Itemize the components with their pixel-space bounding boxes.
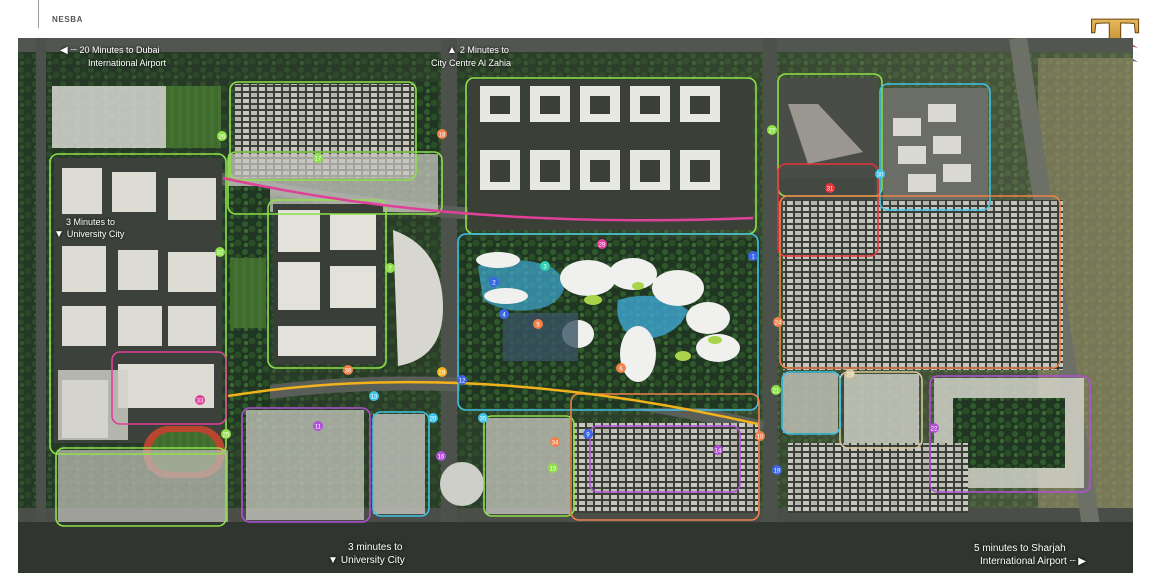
map-marker[interactable]: 15 <box>548 463 558 473</box>
marker-label: 24 <box>775 320 782 326</box>
marker-label: 32 <box>217 250 224 256</box>
map-marker[interactable]: 11 <box>313 421 323 431</box>
marker-label: 29 <box>599 242 606 248</box>
marker-label: 13 <box>371 394 378 400</box>
marker-label: 10 <box>757 434 764 440</box>
map-marker[interactable]: 24 <box>773 317 783 327</box>
map-marker[interactable]: 35 <box>478 413 488 423</box>
brand-name: NESBA <box>52 15 84 24</box>
arrow-down-icon: ▼ <box>328 555 338 566</box>
arrow-left-icon: ◀ ┈ <box>60 45 77 56</box>
map-marker[interactable]: 6 <box>616 363 626 373</box>
marker-label: 16 <box>438 454 445 460</box>
callout-sharjah-airport: 5 minutes to Sharjah International Airpo… <box>974 543 1087 567</box>
map-marker[interactable]: 9 <box>583 429 593 439</box>
header-bar: NESBA <box>0 0 1157 38</box>
map-marker[interactable]: 34 <box>550 437 560 447</box>
map-marker[interactable]: 14 <box>713 445 723 455</box>
marker-label: 14 <box>715 448 722 454</box>
marker-label: 23 <box>847 372 854 378</box>
map-marker[interactable]: 31 <box>825 183 835 193</box>
map-marker[interactable]: 33 <box>195 395 205 405</box>
map-marker[interactable]: 7 <box>385 263 395 273</box>
arrow-up-icon: ▲ <box>447 45 457 56</box>
marker-label: 36 <box>345 368 352 374</box>
map-marker[interactable]: 20 <box>428 413 438 423</box>
map-marker[interactable]: 16 <box>436 451 446 461</box>
marker-label: 30 <box>877 172 884 178</box>
marker-label: 31 <box>827 186 834 192</box>
marker-label: 15 <box>550 466 557 472</box>
marker-label: 33 <box>197 398 204 404</box>
map-marker[interactable]: 21 <box>771 385 781 395</box>
map-marker[interactable]: 18 <box>437 129 447 139</box>
map-marker[interactable]: 25 <box>221 429 231 439</box>
map-marker[interactable]: 2 <box>489 277 499 287</box>
header-divider <box>38 0 39 28</box>
callout-al-zahia: ▲ 2 Minutes to City Centre Al Zahia <box>431 45 512 68</box>
map-marker[interactable]: 17 <box>313 153 323 163</box>
callout-university-left: 3 Minutes to ▼ University City <box>54 217 125 240</box>
marker-label: 12 <box>459 378 466 384</box>
callout-dubai-airport: ◀ ┈ 20 Minutes to Dubai International Air… <box>60 45 167 68</box>
marker-label: 22 <box>931 426 938 432</box>
marker-label: 18 <box>439 132 446 138</box>
callout-university-bottom: 3 minutes to ▼ University City <box>328 542 405 566</box>
map-marker[interactable]: 22 <box>929 423 939 433</box>
marker-label: 19 <box>774 468 781 474</box>
map-marker[interactable]: 30 <box>875 169 885 179</box>
arrow-right-icon: ┈ ▶ <box>1069 556 1087 567</box>
map-marker[interactable]: 32 <box>215 247 225 257</box>
map-marker[interactable]: 29 <box>597 239 607 249</box>
marker-label: 28 <box>439 370 446 376</box>
marker-label: 11 <box>315 424 322 430</box>
map-marker[interactable]: 23 <box>845 369 855 379</box>
map-marker[interactable]: 5 <box>533 319 543 329</box>
map-marker[interactable]: 4 <box>499 309 509 319</box>
map-marker[interactable]: 26 <box>217 131 227 141</box>
map-marker[interactable]: 10 <box>755 431 765 441</box>
marker-label: 20 <box>430 416 437 422</box>
map-marker[interactable]: 13 <box>369 391 379 401</box>
marker-label: 25 <box>223 432 230 438</box>
arrow-down-icon: ▼ <box>54 229 64 240</box>
map-marker[interactable]: 1 <box>748 251 758 261</box>
map-marker[interactable]: 27 <box>767 125 777 135</box>
marker-label: 35 <box>480 416 487 422</box>
masterplan-drawing: 12345679 10111213141516171819202122232425… <box>18 38 1133 573</box>
marker-label: 26 <box>219 134 226 140</box>
marker-label: 17 <box>315 156 322 162</box>
map-marker[interactable]: 3 <box>540 261 550 271</box>
marker-label: 21 <box>773 388 780 394</box>
map-marker[interactable]: 12 <box>457 375 467 385</box>
marker-label: 27 <box>769 128 776 134</box>
map-marker[interactable]: 36 <box>343 365 353 375</box>
map-marker[interactable]: 28 <box>437 367 447 377</box>
masterplan-map[interactable]: 1 2 3 4 5 6 7 9 10 11 12 13 14 15 16 17 18 19 20 21 22 23 24 25… <box>18 38 1133 573</box>
marker-label: 34 <box>552 440 559 446</box>
map-marker[interactable]: 19 <box>772 465 782 475</box>
